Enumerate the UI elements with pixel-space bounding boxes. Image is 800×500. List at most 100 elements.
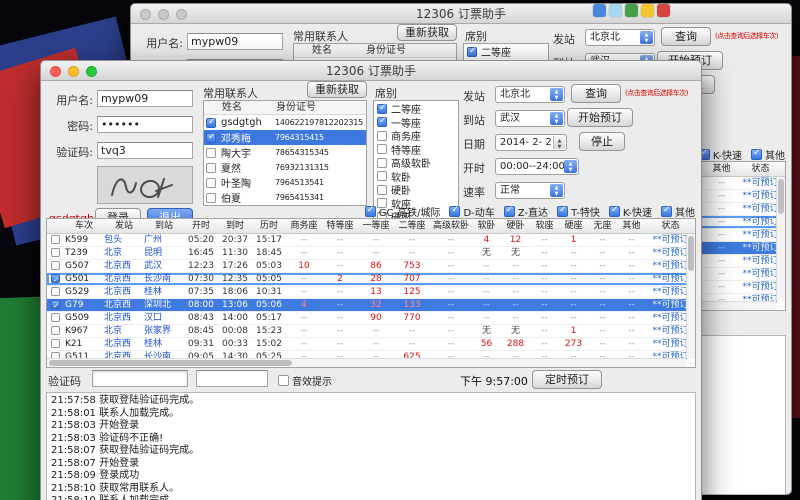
train-checkbox[interactable] [51, 248, 60, 257]
scrollbar-thumb[interactable] [778, 179, 784, 214]
train-checkbox[interactable] [51, 300, 60, 309]
front-window[interactable]: 12306 订票助手 用户名: mypw09 密码: •••••• 验证码: t… [40, 60, 702, 500]
train-type-filter[interactable]: T-特快 [557, 204, 600, 219]
contact-row[interactable]: 邓秀梅 7964315415 [204, 130, 366, 145]
captcha-image[interactable] [97, 166, 193, 204]
depart-time-select[interactable]: 00:00--24:00 ▲▼ [495, 158, 579, 175]
menubar-app-icon[interactable] [593, 4, 606, 17]
train-type-filter[interactable]: K-快速 [609, 204, 652, 219]
filter-checkbox[interactable] [661, 206, 672, 217]
close-button[interactable] [50, 66, 61, 77]
train-type-filter[interactable]: K-快速 [699, 147, 742, 162]
seat-type-item[interactable]: 软卧 [377, 170, 455, 184]
from-station-select[interactable]: 北京北 ▲▼ [585, 29, 655, 46]
train-type-filter[interactable]: GC-高铁/城际 [365, 204, 441, 219]
train-row[interactable]: G507北京西武汉12:2317:2605:0310--86753-------… [47, 260, 695, 273]
train-checkbox[interactable] [51, 313, 60, 322]
train-row[interactable]: K599包头广州05:2020:3715:17----------412--1-… [47, 234, 695, 247]
train-type-filter[interactable]: Z-直达 [504, 204, 548, 219]
menubar-app-icon[interactable] [641, 4, 654, 17]
date-stepper-icon[interactable]: ▲▼ [553, 136, 565, 149]
scrollbar-thumb[interactable] [688, 236, 694, 271]
train-col-header[interactable]: 一等座 [358, 219, 394, 233]
seat-checkbox[interactable] [377, 185, 387, 195]
seat-type-item[interactable]: 二等座 [467, 45, 545, 59]
train-col-header[interactable]: 到时 [218, 219, 252, 233]
captcha-display-box[interactable] [196, 370, 268, 387]
stop-button[interactable]: 停止 [579, 132, 625, 151]
contact-row[interactable]: 伯夏 7965415341 [204, 190, 366, 205]
train-col-header[interactable]: 状态 [646, 219, 695, 233]
window-titlebar[interactable]: 12306 订票助手 [131, 4, 791, 24]
train-type-filter[interactable]: D-动车 [449, 204, 494, 219]
contact-checkbox[interactable] [206, 163, 216, 173]
close-button[interactable] [140, 9, 151, 20]
contact-checkbox[interactable] [206, 193, 216, 203]
train-col-header[interactable]: 无座 [588, 219, 617, 233]
seat-checkbox[interactable] [377, 131, 387, 141]
train-col-header[interactable]: 高级软卧 [430, 219, 472, 233]
log-area[interactable]: 21:57:58 获取登陆验证码完成。21:58:01 联系人加载完成。21:5… [46, 392, 696, 500]
train-checkbox[interactable] [51, 235, 60, 244]
train-col-header[interactable]: 开时 [184, 219, 218, 233]
train-row[interactable]: T239北京昆明16:4511:3018:45----------无无-----… [47, 247, 695, 260]
vertical-scrollbar[interactable] [686, 234, 695, 358]
train-col-header[interactable]: 其他 [707, 162, 736, 176]
to-station-select[interactable]: 武汉 ▲▼ [495, 110, 565, 127]
contact-checkbox[interactable] [206, 118, 216, 128]
horizontal-scrollbar[interactable] [47, 358, 686, 367]
train-col-header[interactable]: 商务座 [286, 219, 322, 233]
filter-checkbox[interactable] [609, 206, 620, 217]
zoom-button[interactable] [86, 66, 97, 77]
captcha-entry-input[interactable] [92, 370, 188, 387]
vertical-scrollbar[interactable] [776, 177, 785, 301]
train-row[interactable]: K21北京西桂林09:3100:3315:02----------56288--… [47, 338, 695, 351]
train-checkbox[interactable] [51, 339, 60, 348]
sound-checkbox[interactable] [278, 375, 289, 386]
train-col-header[interactable]: 特等座 [322, 219, 358, 233]
seat-checkbox[interactable] [377, 171, 387, 181]
seat-checkbox[interactable] [377, 104, 387, 114]
train-col-header[interactable]: 车次 [64, 219, 104, 233]
train-row[interactable]: K967北京张家界08:4500:0815:23----------无无--1-… [47, 325, 695, 338]
train-col-header[interactable]: 硬卧 [501, 219, 530, 233]
contact-row[interactable]: 叶圣陶 7964513541 [204, 175, 366, 190]
train-checkbox[interactable] [51, 274, 60, 283]
query-button[interactable]: 查询 [661, 27, 711, 46]
seat-checkbox[interactable] [377, 158, 387, 168]
filter-checkbox[interactable] [449, 206, 460, 217]
contact-checkbox[interactable] [206, 178, 216, 188]
contact-checkbox[interactable] [206, 133, 216, 143]
scrollbar-thumb[interactable] [49, 360, 292, 366]
contact-row[interactable]: 陶大宇 78654315345 [204, 145, 366, 160]
username-input[interactable]: mypw09 [187, 33, 283, 50]
seat-type-item[interactable]: 一等座 [377, 116, 455, 130]
seat-type-item[interactable]: 二等座 [377, 102, 455, 116]
timed-booking-button[interactable]: 定时预订 [532, 370, 602, 389]
train-col-header[interactable]: 到站 [144, 219, 184, 233]
train-checkbox[interactable] [51, 287, 60, 296]
train-checkbox[interactable] [51, 261, 60, 270]
menubar-app-icon[interactable] [609, 4, 622, 17]
sound-toggle[interactable]: 音效提示 [278, 373, 332, 388]
password-input[interactable]: •••••• [97, 116, 193, 133]
rate-select[interactable]: 正常 ▲▼ [495, 182, 565, 199]
refresh-contacts-button[interactable]: 重新获取 [397, 24, 457, 41]
seat-checkbox[interactable] [467, 47, 477, 57]
date-field[interactable]: 2014- 2- 2 ▲▼ [495, 134, 567, 151]
train-type-filter[interactable]: 其他 [751, 147, 785, 162]
contact-row[interactable]: gsdgtgh 140622197812202315 [204, 115, 366, 130]
minimize-button[interactable] [68, 66, 79, 77]
train-col-header[interactable]: 二等座 [394, 219, 430, 233]
train-col-header[interactable]: 历时 [252, 219, 286, 233]
filter-checkbox[interactable] [557, 206, 568, 217]
train-row[interactable]: G509北京西汉口08:4314:0005:17----90770-------… [47, 312, 695, 325]
contact-checkbox[interactable] [206, 148, 216, 158]
query-button[interactable]: 查询 [571, 84, 621, 103]
train-row[interactable]: G529北京西桂林07:3518:0610:31----13125-------… [47, 286, 695, 299]
train-col-header[interactable]: 发站 [104, 219, 144, 233]
train-col-header[interactable]: 硬座 [559, 219, 588, 233]
seat-checkbox[interactable] [377, 144, 387, 154]
seat-type-item[interactable]: 商务座 [377, 129, 455, 143]
window-titlebar[interactable]: 12306 订票助手 [41, 61, 701, 81]
